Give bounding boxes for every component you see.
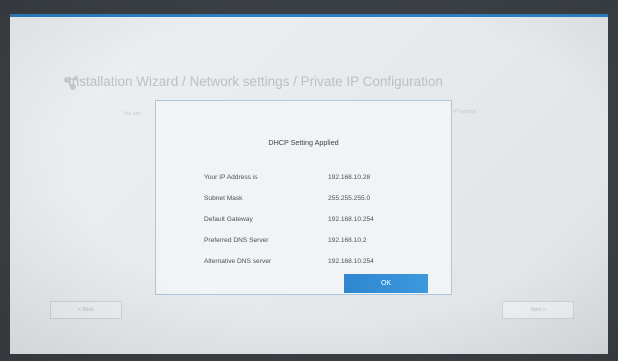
alternative-dns-value: 192.168.10.254 <box>328 258 374 265</box>
subnet-mask-value: 255.255.255.0 <box>328 195 371 202</box>
dialog-title: DHCP Setting Applied <box>268 138 339 147</box>
monitor-screen: Installation Wizard / Network settings /… <box>10 14 608 354</box>
dhcp-applied-dialog: DHCP Setting Applied Your IP Address is … <box>155 100 452 295</box>
ip-address-label: Your IP Address is <box>204 174 258 181</box>
wizard-description-text-right: IP settings <box>453 109 477 115</box>
subnet-mask-label: Subnet Mask <box>204 195 243 202</box>
alternative-dns-label: Alternative DNS server <box>204 258 272 265</box>
preferred-dns-value: 192.168.10.2 <box>328 237 367 244</box>
ok-button[interactable]: OK <box>344 274 428 293</box>
next-button[interactable]: Next > <box>502 301 574 319</box>
preferred-dns-label: Preferred DNS Server <box>204 237 269 244</box>
back-button[interactable]: < Back <box>50 301 122 319</box>
wizard-title: Installation Wizard / Network settings /… <box>68 74 443 89</box>
wizard-description-text: You can <box>123 111 141 117</box>
default-gateway-label: Default Gateway <box>204 216 253 223</box>
default-gateway-value: 192.168.10.254 <box>328 216 374 223</box>
ip-address-value: 192.168.10.28 <box>328 174 371 181</box>
